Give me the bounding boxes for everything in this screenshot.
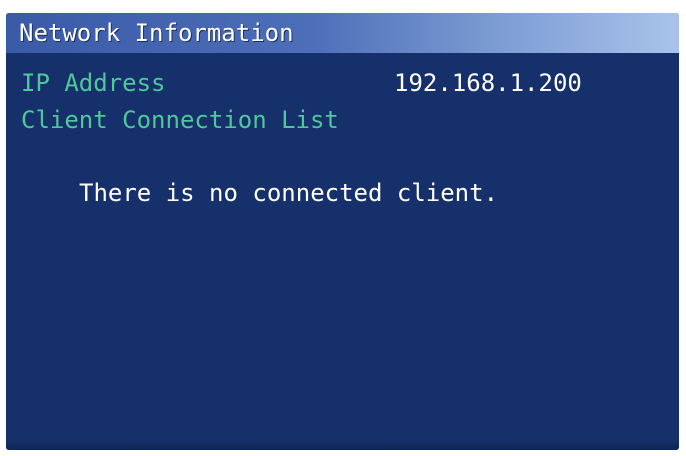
bottom-shade	[6, 440, 679, 450]
ip-address-label: IP Address	[21, 69, 166, 97]
title-bar: Network Information	[6, 13, 679, 53]
client-connection-list-label: Client Connection List	[21, 106, 339, 134]
no-client-message: There is no connected client.	[79, 179, 499, 207]
network-information-panel: Network Information IP Address 192.168.1…	[6, 13, 679, 450]
ip-address-value: 192.168.1.200	[394, 69, 582, 97]
panel-title: Network Information	[19, 19, 294, 47]
